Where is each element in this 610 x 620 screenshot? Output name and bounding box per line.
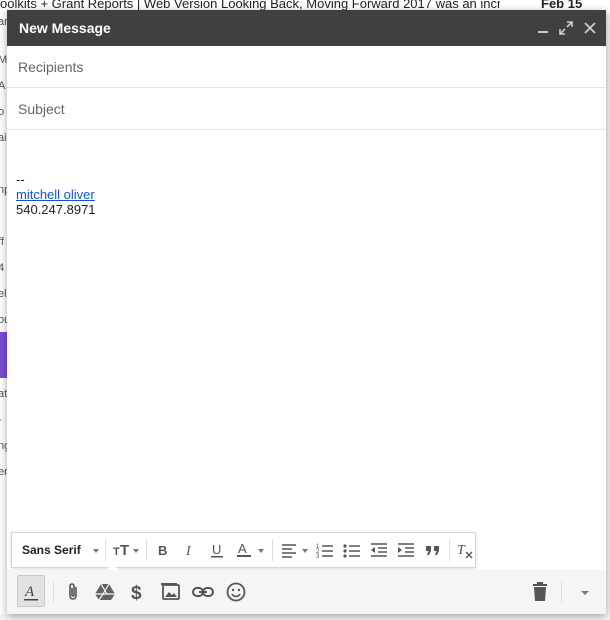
formatting-options-icon: A — [24, 584, 38, 601]
indent-more-icon[interactable] — [397, 541, 415, 559]
svg-text:A: A — [238, 541, 247, 556]
recipients-input[interactable] — [16, 56, 580, 78]
svg-text:I: I — [185, 544, 192, 559]
bulleted-list-icon[interactable] — [343, 541, 361, 559]
numbered-list-icon[interactable]: 1 2 3 — [316, 541, 334, 559]
drive-icon[interactable] — [93, 580, 117, 604]
action-divider — [53, 582, 54, 602]
svg-text:A: A — [24, 584, 35, 600]
compose-titlebar[interactable]: New Message — [7, 10, 606, 46]
align-icon[interactable] — [280, 541, 310, 559]
svg-text:T: T — [113, 546, 120, 558]
close-icon[interactable] — [581, 19, 599, 37]
signature-separator: -- — [16, 172, 25, 187]
subject-input[interactable] — [16, 98, 580, 120]
subject-row — [7, 88, 606, 130]
text-color-icon[interactable]: A — [236, 541, 266, 559]
signature-phone: 540.247.8971 — [16, 202, 96, 217]
svg-text:B: B — [158, 543, 167, 558]
link-icon[interactable] — [191, 580, 215, 604]
signature-name-link[interactable]: mitchell oliver — [16, 187, 96, 202]
action-divider — [561, 582, 562, 602]
compose-window: New Message -- mitchell oliver 540.247.8… — [7, 10, 606, 614]
chevron-down-icon[interactable] — [573, 580, 597, 604]
chevron-down-icon — [93, 549, 100, 553]
text-size-icon[interactable]: T T — [112, 541, 140, 559]
formatting-toggle-button[interactable]: A — [17, 575, 45, 607]
toolbar-divider — [272, 539, 273, 561]
svg-text:$: $ — [131, 583, 142, 604]
paperclip-icon[interactable] — [61, 580, 85, 604]
underline-icon[interactable]: U — [208, 541, 226, 559]
image-icon[interactable] — [159, 580, 183, 604]
dollar-icon[interactable]: $ — [125, 580, 149, 604]
toolbar-divider — [146, 539, 147, 561]
inbox-fragment: 4 — [0, 262, 5, 274]
inbox-fragment: ff — [0, 236, 4, 248]
trash-icon[interactable] — [528, 580, 552, 604]
compose-title: New Message — [19, 20, 111, 36]
font-family-select[interactable]: Sans Serif — [22, 543, 100, 561]
inbox-fragment: el — [0, 288, 7, 300]
inbox-fragment: A — [0, 80, 6, 92]
expand-icon[interactable] — [557, 19, 575, 37]
quote-icon[interactable] — [424, 541, 442, 559]
svg-text:T: T — [120, 542, 129, 559]
toolbar-divider — [449, 539, 450, 561]
svg-text:3: 3 — [316, 554, 320, 559]
clear-format-icon[interactable]: T — [456, 541, 474, 559]
recipients-row — [7, 46, 606, 88]
message-body[interactable]: -- mitchell oliver 540.247.8971 — [16, 172, 96, 217]
font-family-label: Sans Serif — [22, 543, 81, 557]
inbox-fragment: ai — [0, 132, 7, 144]
indent-less-icon[interactable] — [370, 541, 388, 559]
formatting-toolbar: Sans Serif T T B I U A 1 2 3 T — [11, 532, 476, 580]
minimize-icon[interactable] — [534, 19, 552, 37]
inbox-fragment: - — [0, 414, 2, 426]
svg-text:U: U — [212, 542, 221, 557]
inbox-fragment: o — [0, 106, 5, 118]
svg-text:T: T — [457, 543, 466, 558]
bold-icon[interactable]: B — [154, 541, 172, 559]
compose-action-bar: A $ — [7, 570, 606, 614]
toolbar-divider — [105, 539, 106, 561]
italic-icon[interactable]: I — [181, 541, 199, 559]
emoji-icon[interactable] — [224, 580, 248, 604]
